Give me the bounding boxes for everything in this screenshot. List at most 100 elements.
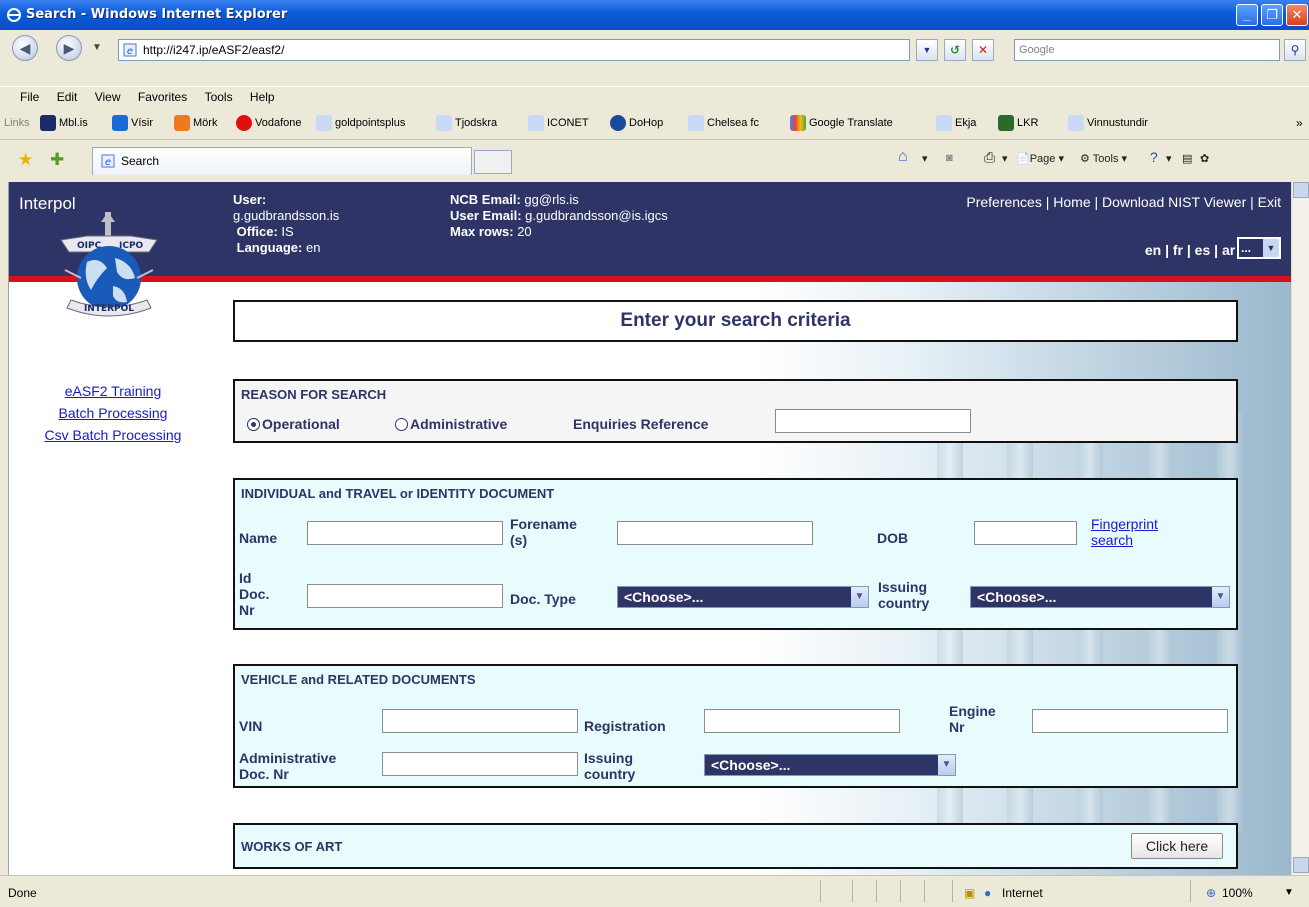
enquiries-input[interactable] <box>775 409 971 433</box>
vehicle-issuing-country-select[interactable]: <Choose>... ▼ <box>704 754 956 776</box>
link-iconet[interactable]: ICONET <box>528 115 589 132</box>
link-dohop[interactable]: DoHop <box>610 115 663 132</box>
ie-logo-icon <box>7 8 21 22</box>
link-vinnustundir[interactable]: Vinnustundir <box>1068 115 1148 132</box>
new-tab-button[interactable] <box>474 150 512 174</box>
dob-input[interactable] <box>974 521 1077 545</box>
link-mork[interactable]: Mörk <box>174 115 217 132</box>
id-doc-nr-input[interactable] <box>307 584 503 608</box>
search-icon[interactable]: ⚲ <box>1284 39 1306 61</box>
internet-zone-icon: ● <box>984 886 992 900</box>
link-google-translate[interactable]: Google Translate <box>790 115 893 132</box>
print-dropdown-icon[interactable]: ▾ <box>1002 152 1008 165</box>
research-icon[interactable]: ▤ <box>1182 152 1192 165</box>
operational-radio[interactable] <box>247 418 260 431</box>
home-icon[interactable]: ⌂ <box>898 148 908 166</box>
ie-page-icon <box>528 115 544 132</box>
page-menu[interactable]: 📄Page ▾ <box>1016 152 1064 165</box>
page-icon: e <box>123 43 137 57</box>
status-divider <box>900 880 901 902</box>
favorites-star-icon[interactable]: ★ <box>18 150 33 170</box>
link-chelsea[interactable]: Chelsea fc <box>688 115 759 132</box>
admin-doc-nr-label: Administrative Doc. Nr <box>239 750 337 782</box>
forename-input[interactable] <box>617 521 813 545</box>
add-favorites-icon[interactable]: ✚ <box>50 150 64 170</box>
admin-doc-nr-input[interactable] <box>382 752 578 776</box>
link-lkr[interactable]: LKR <box>998 115 1038 132</box>
close-button[interactable]: ✕ <box>1286 4 1308 26</box>
svg-text:e: e <box>105 157 111 168</box>
engine-nr-label: Engine Nr <box>949 703 996 735</box>
zoom-dropdown-icon[interactable]: ▼ <box>1284 887 1294 898</box>
back-button[interactable]: ◀ <box>12 35 38 61</box>
link-tjodskra[interactable]: Tjodskra <box>436 115 497 132</box>
link-goldpointsplus[interactable]: goldpointsplus <box>316 115 405 132</box>
ie-page-icon <box>436 115 452 132</box>
ncb-email-label: NCB Email: <box>450 192 521 207</box>
menu-edit[interactable]: Edit <box>57 87 78 107</box>
stop-icon[interactable]: ✕ <box>972 39 994 61</box>
status-divider <box>820 880 821 902</box>
link-mbl[interactable]: Mbl.is <box>40 115 88 132</box>
menu-file[interactable]: File <box>20 87 39 107</box>
recent-pages-icon[interactable]: ▼ <box>92 42 102 53</box>
sidebar-link-csv-batch-processing[interactable]: Csv Batch Processing <box>9 424 217 446</box>
vodafone-icon <box>236 115 252 132</box>
minimize-button[interactable]: _ <box>1236 4 1258 26</box>
menu-tools[interactable]: Tools <box>205 87 233 107</box>
scroll-up-icon[interactable] <box>1293 182 1309 198</box>
forward-button[interactable]: ▶ <box>56 35 82 61</box>
enquiries-label: Enquiries Reference <box>573 416 709 432</box>
ie-page-icon <box>1068 115 1084 132</box>
tools-menu[interactable]: ⚙ Tools ▾ <box>1080 152 1127 165</box>
menu-favorites[interactable]: Favorites <box>138 87 187 107</box>
address-dropdown-icon[interactable]: ▼ <box>916 39 938 61</box>
issuing-country-select[interactable]: <Choose>... ▼ <box>970 586 1230 608</box>
status-bar: Done ▣ ● Internet ⊕ 100% ▼ <box>0 875 1309 907</box>
link-visir[interactable]: Vísir <box>112 115 153 132</box>
zoom-icon[interactable]: ⊕ <box>1206 886 1216 900</box>
sidebar-link-batch-processing[interactable]: Batch Processing <box>9 402 217 424</box>
vin-input[interactable] <box>382 709 578 733</box>
chevron-down-icon: ▼ <box>851 587 868 607</box>
language-select[interactable]: ... ▼ <box>1237 237 1281 259</box>
link-vodafone[interactable]: Vodafone <box>236 115 302 132</box>
page-icon: e <box>101 154 115 168</box>
reason-title: REASON FOR SEARCH <box>241 387 387 402</box>
vin-label: VIN <box>239 718 263 734</box>
header-nav-links[interactable]: Preferences | Home | Download NIST Viewe… <box>966 194 1281 210</box>
visir-icon <box>112 115 128 132</box>
menu-help[interactable]: Help <box>250 87 275 107</box>
links-more-icon[interactable]: » <box>1296 116 1303 130</box>
vertical-scrollbar[interactable] <box>1291 182 1309 875</box>
sidebar-link-training[interactable]: eASF2 Training <box>9 380 217 402</box>
chevron-down-icon: ▼ <box>1263 239 1279 257</box>
works-of-art-button[interactable]: Click here <box>1131 833 1223 859</box>
administrative-radio[interactable] <box>395 418 408 431</box>
address-field[interactable]: e http://i247.ip/eASF2/easf2/ <box>118 39 910 61</box>
language-links[interactable]: en | fr | es | ar | <box>1145 242 1243 258</box>
mbl-icon <box>40 115 56 132</box>
maximize-button[interactable]: ❐ <box>1261 4 1283 26</box>
help-icon[interactable]: ? <box>1150 149 1158 165</box>
doc-type-select[interactable]: <Choose>... ▼ <box>617 586 869 608</box>
zoom-level[interactable]: 100% <box>1222 886 1253 900</box>
link-ekja[interactable]: Ekja <box>936 115 976 132</box>
print-icon[interactable]: ⎙ <box>984 149 995 166</box>
fingerprint-search-link[interactable]: Fingerprint search <box>1091 516 1158 548</box>
scroll-down-icon[interactable] <box>1293 857 1309 873</box>
registration-input[interactable] <box>704 709 900 733</box>
name-input[interactable] <box>307 521 503 545</box>
works-of-art-fieldset: WORKS OF ART Click here <box>233 823 1238 869</box>
help-dropdown-icon[interactable]: ▾ <box>1166 152 1172 165</box>
home-dropdown-icon[interactable]: ▾ <box>922 152 928 165</box>
extension-icon[interactable]: ✿ <box>1200 152 1209 165</box>
refresh-icon[interactable]: ↺ <box>944 39 966 61</box>
protected-mode-icon: ▣ <box>964 886 976 900</box>
feeds-icon[interactable]: ◙ <box>946 152 953 164</box>
tab-search[interactable]: e Search <box>92 147 472 175</box>
name-label: Name <box>239 530 278 546</box>
engine-nr-input[interactable] <box>1032 709 1228 733</box>
menu-view[interactable]: View <box>95 87 121 107</box>
search-input[interactable]: Google <box>1014 39 1280 61</box>
